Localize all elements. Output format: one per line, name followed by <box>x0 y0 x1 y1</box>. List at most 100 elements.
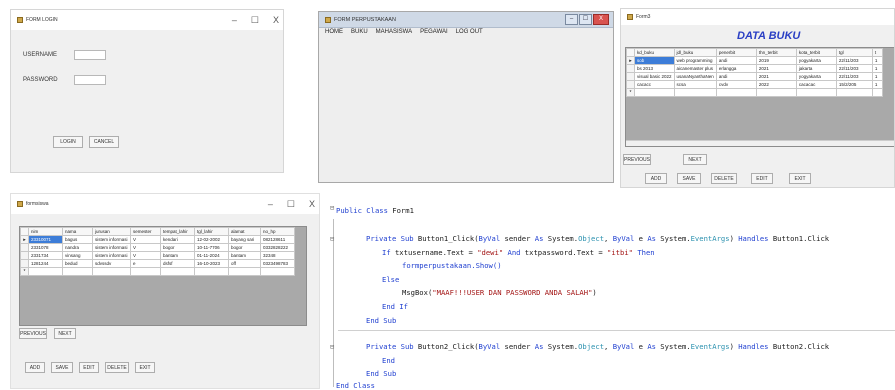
table-row[interactable]: ▸ sob web programming andi 2019 yogyakar… <box>626 56 883 65</box>
menu-item-logout[interactable]: LOG OUT <box>456 29 483 35</box>
table-cell[interactable]: sdvssdv <box>92 259 131 268</box>
table-cell[interactable]: bogor <box>160 243 195 252</box>
table-cell[interactable]: cvdv <box>715 80 757 89</box>
table-cell[interactable]: 2019 <box>755 56 797 65</box>
table-cell[interactable]: bs 2013 <box>634 64 675 73</box>
table-cell[interactable]: yogyakarta <box>795 56 837 65</box>
table-row[interactable]: ▸ 23310071 bagus sistem informasi V kend… <box>20 235 295 244</box>
next-button[interactable]: NEXT <box>683 154 707 165</box>
column-header[interactable]: tempat_lahir <box>160 227 195 236</box>
table-cell[interactable]: erlangga <box>715 64 757 73</box>
table-cell[interactable]: 12-02-2002 <box>194 235 229 244</box>
table-cell[interactable]: bogor <box>228 243 261 252</box>
table-cell[interactable]: 32348 <box>260 251 295 260</box>
table-cell[interactable]: vinsang <box>62 251 93 260</box>
close-button[interactable]: X <box>593 14 609 25</box>
table-cell[interactable]: 23310071 <box>28 235 63 244</box>
table-cell[interactable]: 2331078 <box>28 243 63 252</box>
table-row-new[interactable]: * <box>20 267 295 276</box>
table-cell[interactable]: 082128611 <box>260 235 295 244</box>
column-header[interactable]: tgl <box>835 48 873 57</box>
table-cell[interactable]: cacacc <box>634 80 675 89</box>
column-header[interactable]: kd_buku <box>634 48 675 57</box>
minimize-button[interactable]: – <box>565 14 578 25</box>
table-cell[interactable]: nandra <box>62 243 93 252</box>
table-cell[interactable]: bantam <box>160 251 195 260</box>
code-editor[interactable]: ⊟ Public Class Form1 ⊟ Private Sub Butto… <box>326 201 895 390</box>
table-cell[interactable]: 2021 <box>755 72 797 81</box>
column-header[interactable]: nama <box>62 227 93 236</box>
add-button[interactable]: ADD <box>645 173 667 184</box>
menu-item-pegawai[interactable]: PEGAWAI <box>420 29 448 35</box>
table-cell[interactable]: sistem informasi <box>92 251 131 260</box>
horizontal-scrollbar[interactable] <box>626 140 894 146</box>
table-cell[interactable]: sistem informasi <box>92 243 131 252</box>
close-button[interactable]: X <box>309 199 315 209</box>
edit-button[interactable]: EDIT <box>751 173 773 184</box>
table-cell[interactable]: 2021 <box>755 64 797 73</box>
save-button[interactable]: SAVE <box>677 173 701 184</box>
table-cell[interactable]: scsa <box>673 80 717 89</box>
exit-button[interactable]: EXIT <box>135 362 155 373</box>
table-cell[interactable]: 1 <box>871 72 883 81</box>
delete-button[interactable]: DELETE <box>711 173 737 184</box>
fold-marker-icon[interactable]: ⊟ <box>330 235 334 243</box>
close-button[interactable]: X <box>273 15 279 25</box>
minimize-button[interactable]: – <box>232 15 237 25</box>
table-cell[interactable]: 22/11/203 <box>835 64 873 73</box>
column-header[interactable]: thn_terbit <box>755 48 797 57</box>
menu-item-buku[interactable]: BUKU <box>351 29 368 35</box>
previous-button[interactable]: PREVIOUS <box>623 154 651 165</box>
maximize-button[interactable]: ☐ <box>251 15 259 26</box>
column-header[interactable]: kota_terbit <box>795 48 837 57</box>
column-header[interactable]: nim <box>28 227 63 236</box>
table-row-new[interactable]: * <box>626 88 883 97</box>
table-cell[interactable]: cacacac <box>795 80 837 89</box>
menu-item-home[interactable]: HOME <box>325 29 343 35</box>
table-cell[interactable]: 1 <box>871 80 883 89</box>
table-row[interactable]: 2331078 nandra sistem informasi V bogor … <box>20 243 295 252</box>
column-header[interactable]: tgl_lahir <box>194 227 229 236</box>
column-header[interactable]: semester <box>130 227 161 236</box>
table-row[interactable]: visual basic 2022 usanaNyanthaNen andi 2… <box>626 72 883 81</box>
table-cell[interactable]: V <box>130 235 161 244</box>
table-cell[interactable]: web programming <box>673 56 717 65</box>
column-header[interactable]: no_hp <box>260 227 295 236</box>
table-cell[interactable]: e <box>130 259 161 268</box>
table-row[interactable]: 1281244 bedud sdvssdv e dsfsf 16-10-2023… <box>20 259 295 268</box>
username-input[interactable] <box>74 50 106 60</box>
login-button[interactable]: LOGIN <box>53 136 83 148</box>
table-cell[interactable]: aicanemaster plus <box>673 64 717 73</box>
table-cell[interactable]: 2022 <box>755 80 797 89</box>
column-header[interactable]: jurusan <box>92 227 131 236</box>
table-cell[interactable]: 10-11-7706 <box>194 243 229 252</box>
table-cell[interactable]: andi <box>715 56 757 65</box>
table-cell[interactable]: bayang sari <box>228 235 261 244</box>
delete-button[interactable]: DELETE <box>105 362 129 373</box>
table-cell[interactable]: bantam <box>228 251 261 260</box>
table-cell[interactable]: andi <box>715 72 757 81</box>
table-cell[interactable]: 22/11/203 <box>835 72 873 81</box>
next-button[interactable]: NEXT <box>54 328 76 339</box>
save-button[interactable]: SAVE <box>51 362 73 373</box>
table-cell[interactable]: off <box>228 259 261 268</box>
table-cell[interactable]: usanaNyanthaNen <box>673 72 717 81</box>
table-cell[interactable]: jakarta <box>795 64 837 73</box>
column-header[interactable]: jdl_buku <box>673 48 717 57</box>
table-cell[interactable]: V <box>130 243 161 252</box>
table-row[interactable]: 2331734 vinsang sistem informasi V banta… <box>20 251 295 260</box>
mhs-grid[interactable]: nim nama jurusan semester tempat_lahir t… <box>19 226 307 326</box>
column-header[interactable]: t <box>871 48 883 57</box>
table-cell[interactable]: kendari <box>160 235 195 244</box>
column-header[interactable]: alamat <box>228 227 261 236</box>
table-cell[interactable]: 22/11/203 <box>835 56 873 65</box>
table-cell[interactable]: bedud <box>62 259 93 268</box>
table-cell[interactable]: bagus <box>62 235 93 244</box>
column-header[interactable]: penerbit <box>715 48 757 57</box>
buku-grid[interactable]: kd_buku jdl_buku penerbit thn_terbit kot… <box>625 47 894 147</box>
table-cell[interactable]: 1281244 <box>28 259 63 268</box>
table-cell[interactable]: dsfsf <box>160 259 195 268</box>
minimize-button[interactable]: – <box>268 199 273 209</box>
table-cell[interactable]: sistem informasi <box>92 235 131 244</box>
edit-button[interactable]: EDIT <box>79 362 99 373</box>
